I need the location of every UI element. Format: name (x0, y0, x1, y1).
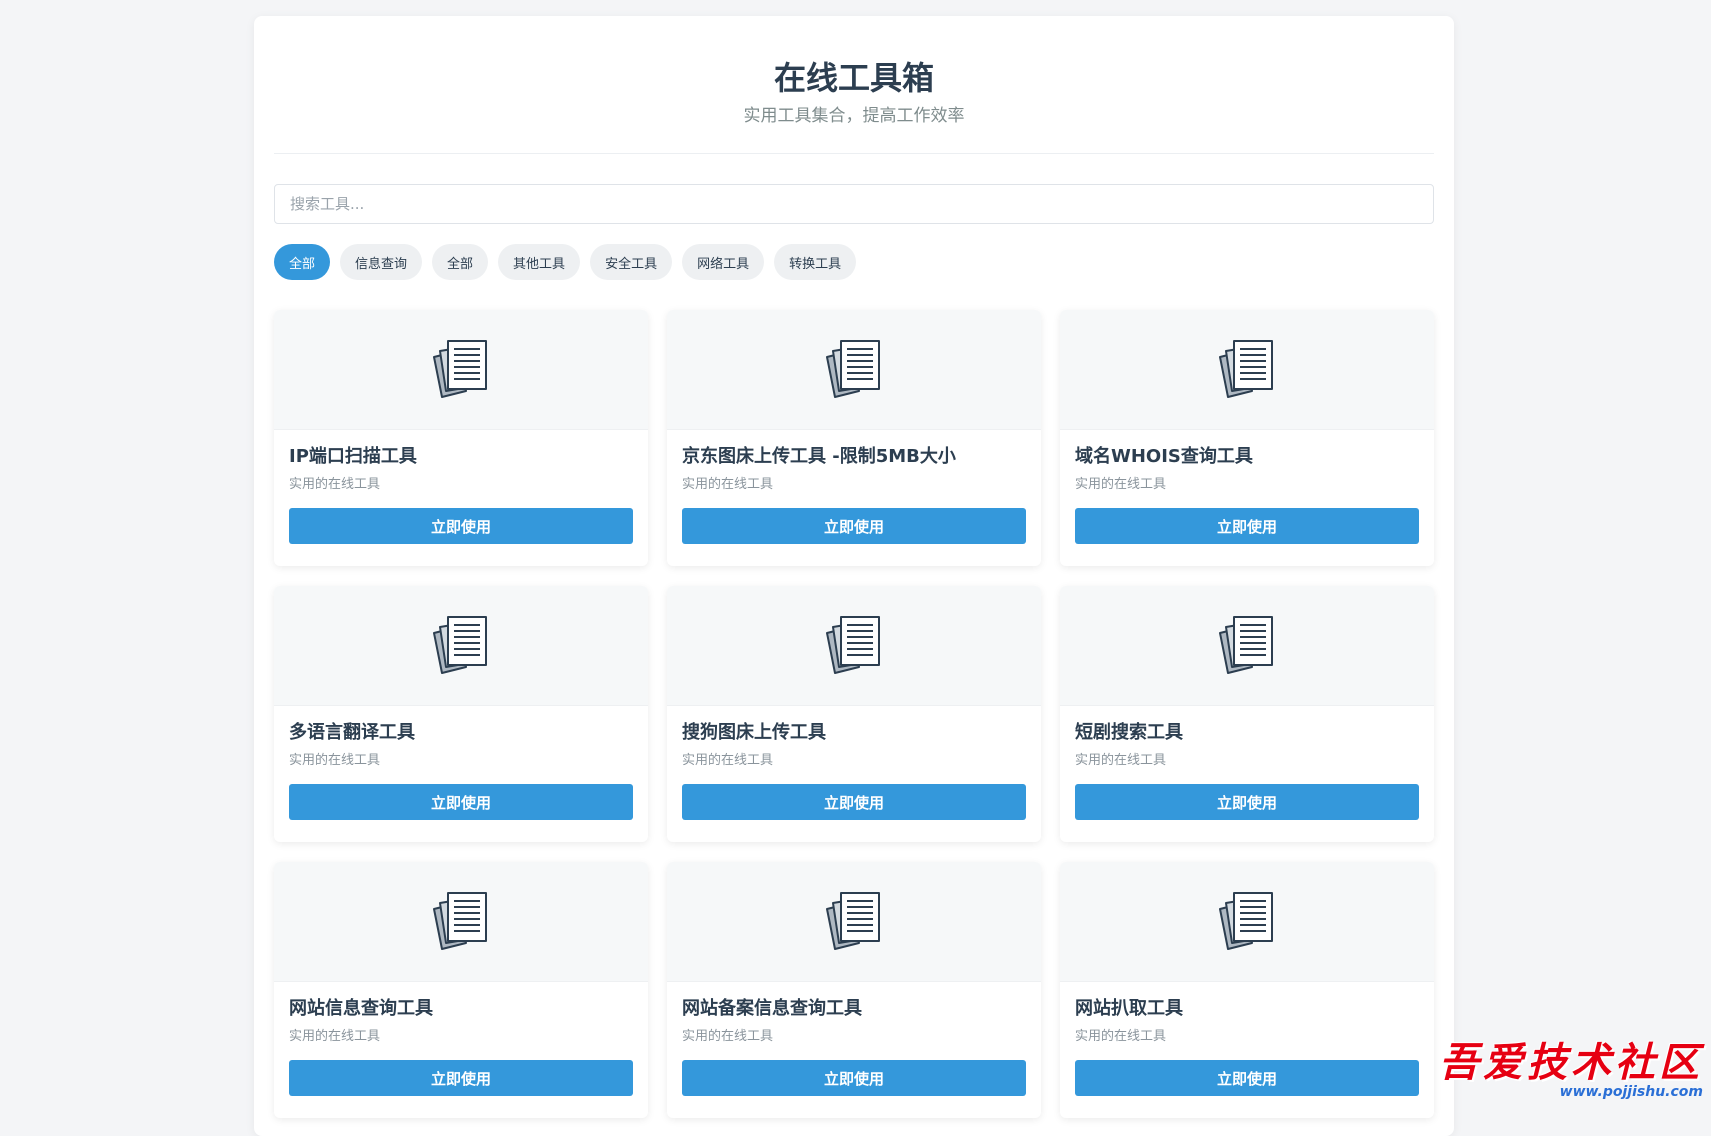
tool-title: 短剧搜索工具 (1075, 722, 1183, 743)
page-header: 在线工具箱 实用工具集合，提高工作效率 (274, 16, 1434, 154)
filter-button[interactable]: 其他工具 (498, 244, 581, 280)
filter-button[interactable]: 转换工具 (774, 244, 857, 280)
tool-card: 搜狗图床上传工具实用的在线工具立即使用 (667, 586, 1041, 842)
card-body: 京东图床上传工具 -限制5MB大小实用的在线工具立即使用 (667, 430, 1041, 544)
card-body: 多语言翻译工具实用的在线工具立即使用 (274, 706, 648, 820)
tool-description: 实用的在线工具 (1075, 477, 1167, 492)
filter-button[interactable]: 安全工具 (590, 244, 673, 280)
tool-description: 实用的在线工具 (682, 477, 774, 492)
tool-description: 实用的在线工具 (289, 477, 381, 492)
tool-card: 域名WHOIS查询工具实用的在线工具立即使用 (1060, 310, 1434, 566)
card-body: 网站信息查询工具实用的在线工具立即使用 (274, 982, 648, 1096)
tool-card: 网站备案信息查询工具实用的在线工具立即使用 (667, 862, 1041, 1118)
tool-grid: IP端口扫描工具 实用的在线工具 立即使用 京东图床上传工具 -限制5MB大小 实用的在… (274, 310, 1434, 1118)
use-now-button[interactable]: 立即使用 (682, 784, 1026, 820)
watermark-url: www.pojjishu.com (1559, 1084, 1703, 1100)
page-title: 在线工具箱 (773, 59, 934, 97)
card-body: IP端口扫描工具实用的在线工具立即使用 (274, 430, 648, 544)
use-now-button[interactable]: 立即使用 (289, 784, 633, 820)
use-now-button[interactable]: 立即使用 (1075, 784, 1419, 820)
card-body: 短剧搜索工具实用的在线工具立即使用 (1060, 706, 1434, 820)
search-bar (274, 184, 1434, 224)
filter-button[interactable]: 全部 (432, 244, 489, 280)
filter-button[interactable]: 信息查询 (340, 244, 423, 280)
tool-title: 网站备案信息查询工具 (682, 998, 862, 1019)
category-filters: 全部 信息查询 全部 其他工具 安全工具 网络工具 转换工具 (274, 244, 1434, 280)
tool-title: IP端口扫描工具 (289, 446, 417, 467)
tool-description: 实用的在线工具 (682, 753, 774, 768)
use-now-button[interactable]: 立即使用 (682, 508, 1026, 544)
card-body: 域名WHOIS查询工具实用的在线工具立即使用 (1060, 430, 1434, 544)
card-icon-area (274, 310, 648, 430)
tool-description: 实用的在线工具 (1075, 1029, 1167, 1044)
documents-icon (1214, 335, 1280, 405)
card-icon-area (1060, 586, 1434, 706)
filter-button[interactable]: 全部 (274, 244, 331, 280)
card-icon-area (1060, 310, 1434, 430)
tool-title: 网站信息查询工具 (289, 998, 433, 1019)
card-icon-area (274, 586, 648, 706)
tool-title: 京东图床上传工具 -限制5MB大小 (682, 446, 956, 467)
page-subtitle: 实用工具集合，提高工作效率 (743, 106, 965, 126)
documents-icon (428, 611, 494, 681)
documents-icon (821, 611, 887, 681)
card-icon-area (1060, 862, 1434, 982)
documents-icon (428, 887, 494, 957)
tool-card: 多语言翻译工具实用的在线工具立即使用 (274, 586, 648, 842)
tool-card: 短剧搜索工具实用的在线工具立即使用 (1060, 586, 1434, 842)
documents-icon (1214, 611, 1280, 681)
use-now-button[interactable]: 立即使用 (1075, 508, 1419, 544)
tool-title: 搜狗图床上传工具 (682, 722, 826, 743)
card-icon-area (667, 586, 1041, 706)
card-body: 网站扒取工具实用的在线工具立即使用 (1060, 982, 1434, 1096)
card-body: 搜狗图床上传工具实用的在线工具立即使用 (667, 706, 1041, 820)
use-now-button[interactable]: 立即使用 (1075, 1060, 1419, 1096)
card-body: 网站备案信息查询工具实用的在线工具立即使用 (667, 982, 1041, 1096)
use-now-button[interactable]: 立即使用 (289, 508, 633, 544)
tool-card: 网站扒取工具实用的在线工具立即使用 (1060, 862, 1434, 1118)
filter-button[interactable]: 网络工具 (682, 244, 765, 280)
documents-icon (428, 335, 494, 405)
site-watermark: 吾爱技术社区 www.pojjishu.com (1403, 1040, 1703, 1106)
use-now-button[interactable]: 立即使用 (289, 1060, 633, 1096)
documents-icon (1214, 887, 1280, 957)
tool-description: 实用的在线工具 (682, 1029, 774, 1044)
search-input[interactable] (274, 184, 1434, 224)
tool-title: 多语言翻译工具 (289, 722, 415, 743)
card-icon-area (274, 862, 648, 982)
main-container: 在线工具箱 实用工具集合，提高工作效率 全部信息查询全部其他工具安全工具网络工具… (254, 16, 1454, 1136)
watermark-text: 吾爱技术社区 (1439, 1039, 1703, 1086)
tool-card: 网站信息查询工具实用的在线工具立即使用 (274, 862, 648, 1118)
use-now-button[interactable]: 立即使用 (682, 1060, 1026, 1096)
tool-description: 实用的在线工具 (289, 753, 381, 768)
tool-card: IP端口扫描工具实用的在线工具立即使用 (274, 310, 648, 566)
tool-description: 实用的在线工具 (1075, 753, 1167, 768)
card-icon-area (667, 310, 1041, 430)
documents-icon (821, 887, 887, 957)
card-icon-area (667, 862, 1041, 982)
documents-icon (821, 335, 887, 405)
tool-title: 网站扒取工具 (1075, 998, 1183, 1019)
tool-description: 实用的在线工具 (289, 1029, 381, 1044)
tool-card: 京东图床上传工具 -限制5MB大小实用的在线工具立即使用 (667, 310, 1041, 566)
tool-title: 域名WHOIS查询工具 (1075, 446, 1253, 467)
